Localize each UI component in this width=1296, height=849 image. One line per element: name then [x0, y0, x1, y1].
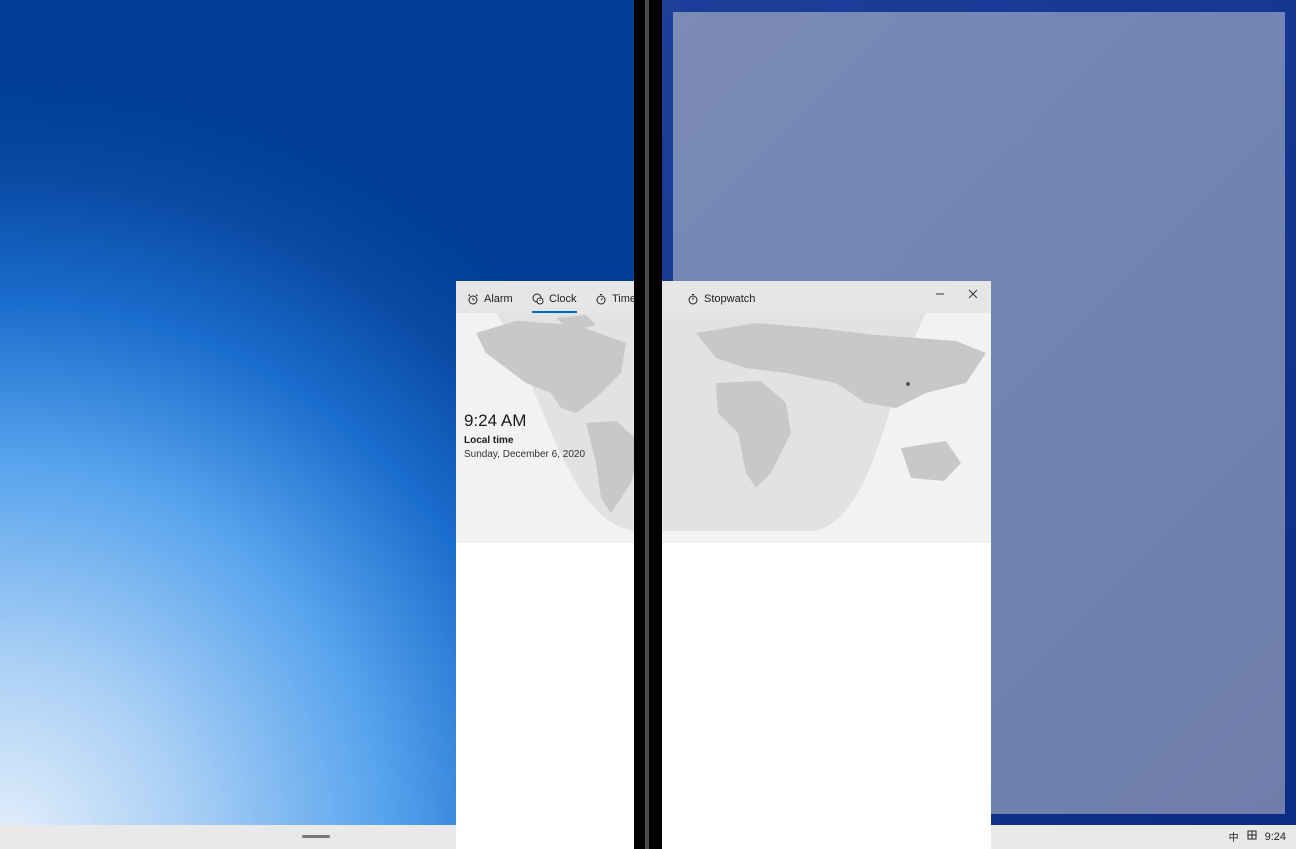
tab-clock[interactable]: Clock [532, 288, 577, 313]
tab-timer-label: Timer [612, 293, 634, 305]
close-icon [968, 289, 978, 299]
clock-titlebar-continued: Timer Stopwatch [662, 281, 991, 313]
tab-alarm[interactable]: Alarm [467, 288, 513, 310]
tab-stopwatch-continued[interactable]: Stopwatch [687, 288, 755, 310]
local-time-label: Local time [464, 435, 514, 446]
taskbar-clock[interactable]: 9:24 [1265, 831, 1286, 843]
stopwatch-icon [688, 294, 698, 305]
ime-mode-indicator[interactable]: 中 [1229, 829, 1239, 844]
tab-timer[interactable]: Timer [595, 288, 634, 310]
local-time-display: 9:24 AM [464, 411, 527, 430]
minimize-icon [936, 293, 944, 295]
keyboard-layout-icon[interactable] [1247, 830, 1257, 843]
close-button-continued[interactable] [961, 285, 985, 303]
local-location-marker [906, 382, 910, 386]
world-map-graphic-continued [662, 313, 986, 531]
clock-app-window-left: Alarm Clock Timer Stopwatch [456, 281, 634, 849]
clock-titlebar: Alarm Clock Timer Stopwatch [456, 281, 634, 313]
world-map-continued[interactable] [662, 313, 991, 543]
minimize-button-continued[interactable] [928, 285, 952, 303]
world-clock-icon [532, 293, 544, 305]
tab-stopwatch-label-continued: Stopwatch [704, 293, 756, 305]
tab-alarm-label: Alarm [484, 293, 513, 305]
clock-app-window-right: Timer Stopwatch [662, 281, 991, 849]
tab-clock-label: Clock [549, 293, 577, 305]
system-tray: 中 9:24 [1229, 829, 1286, 844]
alarm-clock-icon [468, 294, 478, 305]
hinge-separator [645, 0, 649, 849]
local-date: Sunday, December 6, 2020 [464, 449, 586, 460]
gesture-handle[interactable] [302, 835, 330, 838]
local-time-card[interactable]: 9:24 AM Local time Sunday, December 6, 2… [464, 411, 585, 460]
timer-icon [596, 294, 606, 305]
